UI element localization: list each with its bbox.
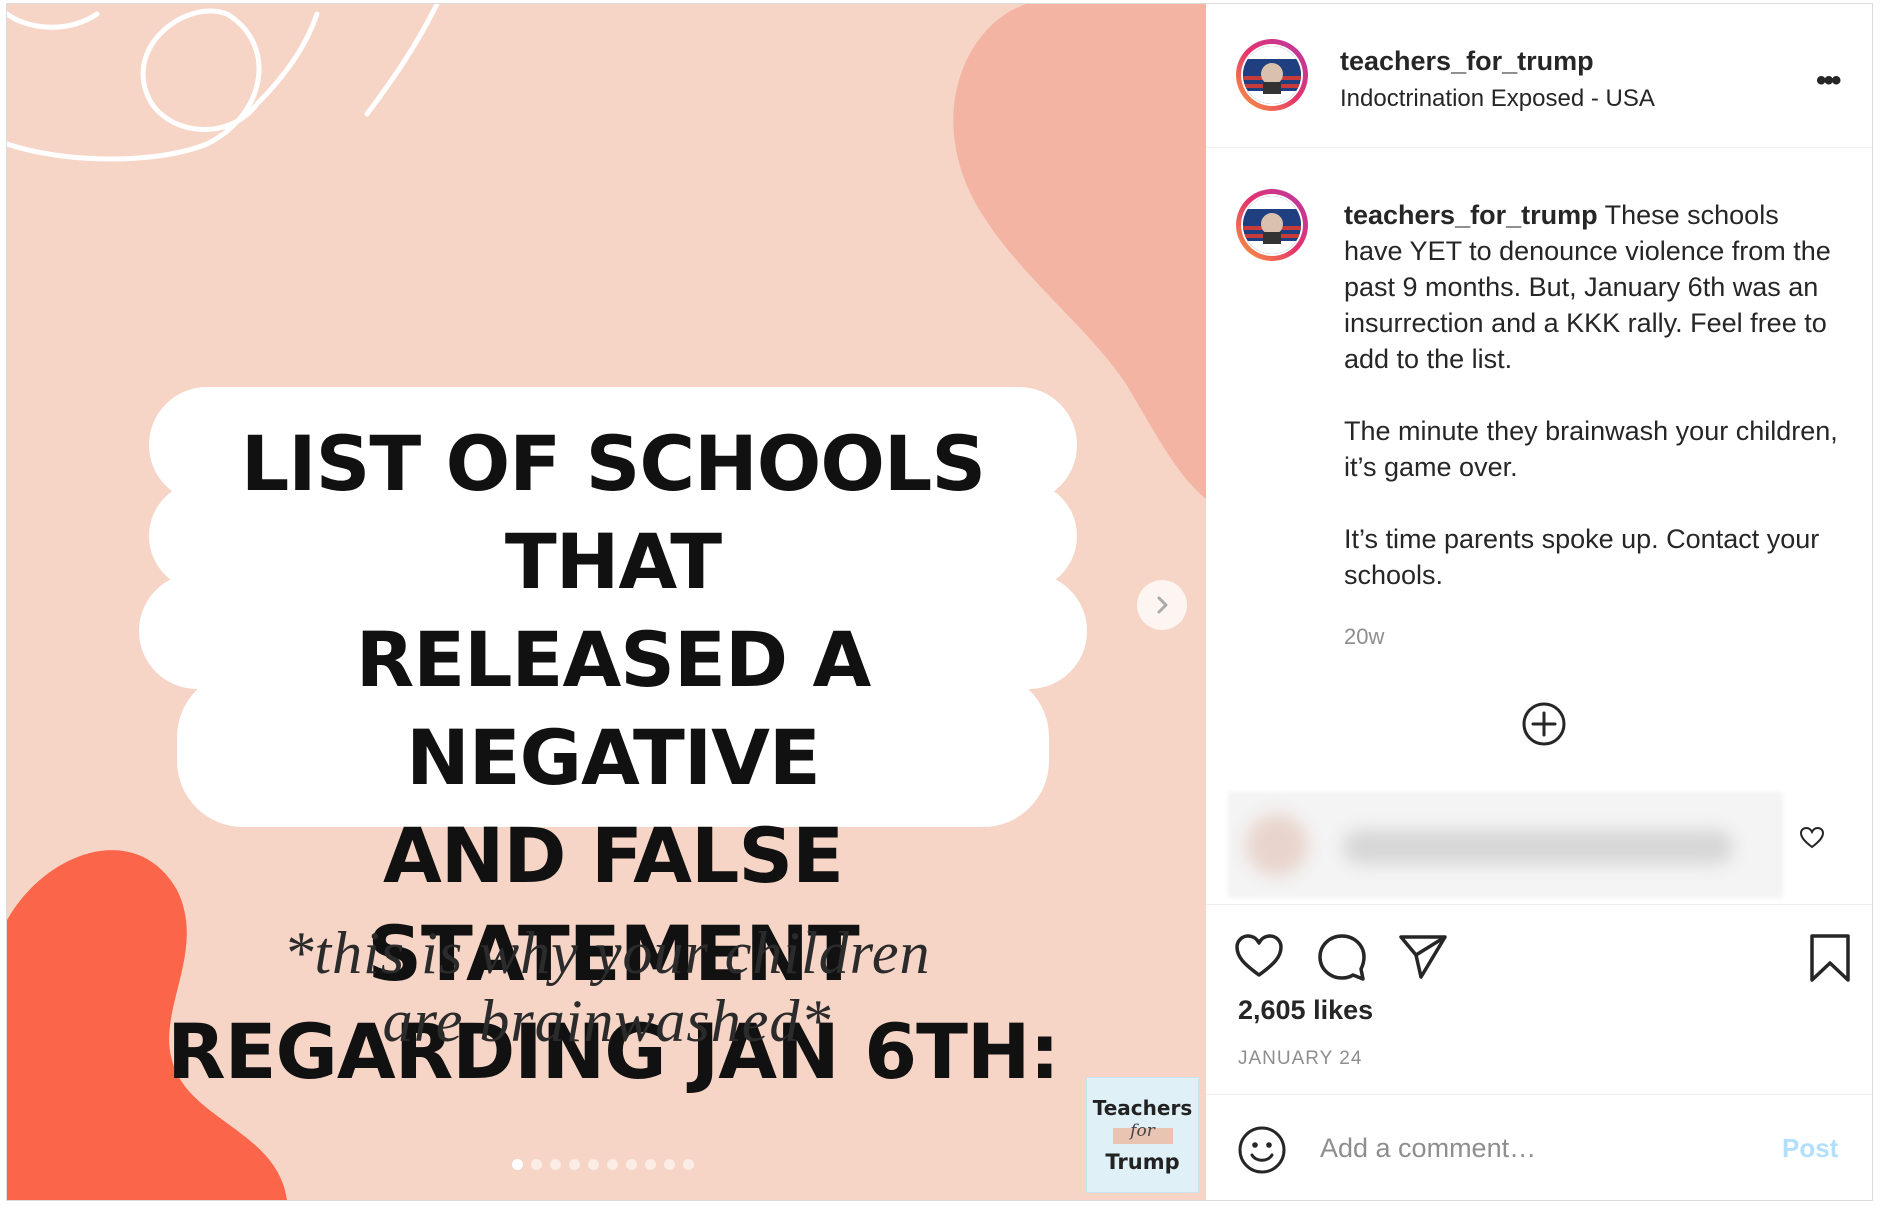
emoji-icon[interactable] <box>1237 1125 1287 1175</box>
carousel-dot <box>512 1159 523 1170</box>
share-icon[interactable] <box>1398 933 1448 981</box>
headline-card: LIST OF SCHOOLS THAT RELEASED A NEGATIVE… <box>139 387 1087 1096</box>
carousel-dot <box>569 1159 580 1170</box>
post-dialog: LIST OF SCHOOLS THAT RELEASED A NEGATIVE… <box>6 3 1873 1201</box>
carousel-dot <box>550 1159 561 1170</box>
comment-input[interactable] <box>1318 1125 1762 1171</box>
more-horizontal-icon[interactable]: ••• <box>1816 64 1841 98</box>
post-date[interactable]: JANUARY 24 <box>1238 1048 1362 1070</box>
caption-text: These schools have YET to denounce viole… <box>1344 200 1838 590</box>
post-caption: teachers_for_trump These schools have YE… <box>1344 197 1844 593</box>
post-actions: 2,605 likes JANUARY 24 <box>1206 904 1872 1095</box>
bookmark-icon[interactable] <box>1808 933 1852 983</box>
carousel-next-button[interactable] <box>1137 580 1187 630</box>
comment-like-heart-icon[interactable] <box>1799 826 1825 850</box>
subtitle-line: *this is why your children <box>283 920 931 986</box>
chevron-right-icon <box>1157 596 1168 614</box>
headline-line: RELEASED A NEGATIVE <box>355 615 872 802</box>
carousel-dot <box>588 1159 599 1170</box>
watermark-middle: for <box>1130 1121 1155 1141</box>
avatar-image <box>1243 196 1301 254</box>
watermark-logo: Teachers for Trump <box>1086 1077 1199 1193</box>
post-comment-button[interactable]: Post <box>1782 1133 1838 1164</box>
carousel-dot <box>683 1159 694 1170</box>
carousel-indicator <box>512 1159 694 1170</box>
carousel-dot <box>626 1159 637 1170</box>
watermark-bottom: Trump <box>1105 1150 1180 1174</box>
post-header: teachers_for_trump Indoctrination Expose… <box>1206 4 1872 148</box>
header-username[interactable]: teachers_for_trump <box>1340 46 1594 77</box>
avatar[interactable] <box>1236 39 1308 111</box>
post-sidebar: teachers_for_trump Indoctrination Expose… <box>1206 4 1872 1200</box>
caption-avatar[interactable] <box>1236 189 1308 261</box>
carousel-dot <box>664 1159 675 1170</box>
avatar-image <box>1243 46 1301 104</box>
subtitle-text: *this is why your children are brainwash… <box>207 919 1007 1055</box>
blurred-avatar <box>1246 814 1308 876</box>
heart-icon[interactable] <box>1234 933 1284 979</box>
carousel-dot <box>531 1159 542 1170</box>
post-image[interactable]: LIST OF SCHOOLS THAT RELEASED A NEGATIVE… <box>7 4 1206 1200</box>
subtitle-line: are brainwashed* <box>382 988 832 1054</box>
decorative-squiggle <box>7 4 440 162</box>
caption-username[interactable]: teachers_for_trump <box>1344 200 1598 230</box>
likes-count[interactable]: 2,605 likes <box>1238 995 1373 1026</box>
caption-timestamp[interactable]: 20w <box>1344 624 1384 650</box>
blurred-comment <box>1228 792 1783 898</box>
add-circle-icon[interactable] <box>1521 701 1567 747</box>
carousel-dot <box>645 1159 656 1170</box>
comment-composer: Post <box>1206 1094 1872 1200</box>
comment-icon[interactable] <box>1317 933 1367 983</box>
headline-line: LIST OF SCHOOLS THAT <box>240 419 986 606</box>
carousel-dot <box>607 1159 618 1170</box>
header-location[interactable]: Indoctrination Exposed - USA <box>1340 85 1655 113</box>
watermark-top: Teachers <box>1092 1096 1193 1120</box>
blurred-text <box>1343 830 1733 864</box>
